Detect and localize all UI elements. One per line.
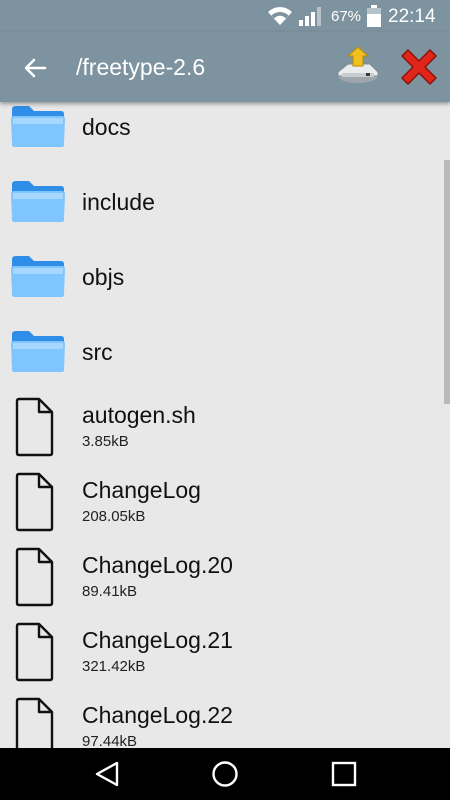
folder-item-src[interactable]: src xyxy=(0,313,440,388)
folder-name: include xyxy=(82,189,155,215)
folder-name: objs xyxy=(82,264,125,290)
file-icon xyxy=(15,622,54,682)
file-size: 321.42kB xyxy=(82,658,146,675)
file-item-changelog[interactable]: ChangeLog 208.05kB xyxy=(0,463,440,538)
home-circle-icon[interactable] xyxy=(210,760,240,788)
folder-item-objs[interactable]: objs xyxy=(0,238,440,313)
file-list[interactable]: docs include objs src autogen.sh 3.85kB xyxy=(0,102,450,748)
file-item-changelog-22[interactable]: ChangeLog.22 97.44kB xyxy=(0,688,440,748)
close-x-icon[interactable] xyxy=(398,46,440,88)
file-item-autogen[interactable]: autogen.sh 3.85kB xyxy=(0,388,440,463)
recents-square-icon[interactable] xyxy=(329,760,359,788)
file-name: ChangeLog.22 xyxy=(82,702,233,728)
wifi-icon xyxy=(268,7,292,25)
file-size: 97.44kB xyxy=(82,733,138,748)
folder-name: docs xyxy=(82,114,131,140)
file-icon xyxy=(15,472,54,532)
file-name: autogen.sh xyxy=(82,402,196,428)
folder-icon xyxy=(11,256,65,297)
install-icon[interactable] xyxy=(336,46,382,86)
folder-icon xyxy=(11,181,65,222)
page-title: /freetype-2.6 xyxy=(76,54,206,80)
folder-item-include[interactable]: include xyxy=(0,163,440,238)
folder-icon xyxy=(11,331,65,372)
battery-percent: 67% xyxy=(331,8,362,25)
arrow-left-icon[interactable] xyxy=(20,53,50,83)
file-item-changelog-20[interactable]: ChangeLog.20 89.41kB xyxy=(0,538,440,613)
app-bar: /freetype-2.6 xyxy=(0,32,450,102)
file-size: 3.85kB xyxy=(82,433,129,450)
folder-name: src xyxy=(82,339,113,365)
file-icon xyxy=(15,547,54,607)
clock: 22:14 xyxy=(388,6,436,27)
file-icon xyxy=(15,397,54,457)
folder-icon xyxy=(11,106,65,147)
file-size: 208.05kB xyxy=(82,508,146,525)
signal-icon xyxy=(299,7,321,26)
file-name: ChangeLog.21 xyxy=(82,627,233,653)
file-name: ChangeLog xyxy=(82,477,201,503)
folder-item-docs[interactable]: docs xyxy=(0,102,440,163)
file-name: ChangeLog.20 xyxy=(82,552,233,578)
navigation-bar xyxy=(0,748,450,800)
file-size: 89.41kB xyxy=(82,583,138,600)
status-bar: 67% 22:14 xyxy=(0,0,450,32)
back-triangle-icon[interactable] xyxy=(92,760,122,788)
battery-icon xyxy=(367,5,381,27)
file-icon xyxy=(15,697,54,748)
scrollbar[interactable] xyxy=(444,160,450,404)
file-item-changelog-21[interactable]: ChangeLog.21 321.42kB xyxy=(0,613,440,688)
